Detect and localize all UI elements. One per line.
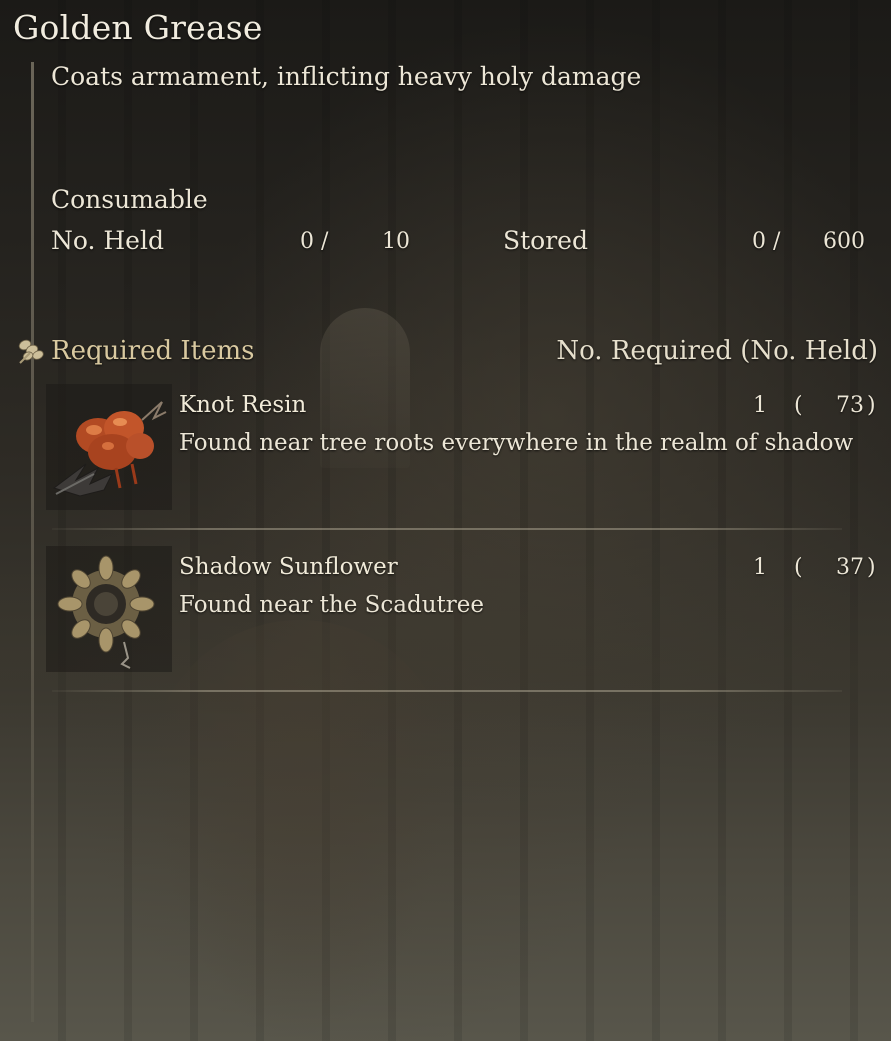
held-count: 73 (836, 393, 864, 418)
required-items-header: Required Items (16, 336, 255, 366)
open-paren: ( (794, 555, 803, 580)
held-max: 10 (382, 229, 410, 254)
required-item-name: Knot Resin (179, 392, 307, 418)
required-item-row[interactable]: Knot Resin Found near tree roots everywh… (44, 384, 880, 518)
required-item-row[interactable]: Shadow Sunflower Found near the Scadutre… (44, 546, 880, 680)
item-description: Coats armament, inflicting heavy holy da… (51, 62, 642, 91)
close-paren: ) (867, 393, 876, 418)
open-paren: ( (794, 393, 803, 418)
held-label: No. Held (51, 226, 164, 255)
required-item-description: Found near the Scadutree (179, 592, 484, 618)
close-paren: ) (867, 555, 876, 580)
left-accent-line (31, 62, 34, 1022)
held-current: 0 / (300, 229, 329, 254)
background-pillars (0, 0, 891, 1041)
background-figure (150, 620, 450, 1040)
item-category: Consumable (51, 185, 208, 214)
required-count: 1 (753, 555, 767, 580)
knot-resin-icon (46, 384, 172, 510)
required-items-label: Required Items (51, 336, 255, 366)
held-count: 37 (836, 555, 864, 580)
required-count: 1 (753, 393, 767, 418)
required-column-label: No. Required (No. Held) (556, 336, 878, 366)
stored-max: 600 (823, 229, 865, 254)
required-item-description: Found near tree roots everywhere in the … (179, 430, 854, 456)
stored-label: Stored (503, 226, 588, 255)
required-item-name: Shadow Sunflower (179, 554, 398, 580)
item-title: Golden Grease (13, 8, 263, 47)
crafting-materials-icon (16, 336, 48, 366)
stored-current: 0 / (752, 229, 781, 254)
row-divider (52, 528, 842, 530)
shadow-sunflower-icon (46, 546, 172, 672)
row-divider (52, 690, 842, 692)
